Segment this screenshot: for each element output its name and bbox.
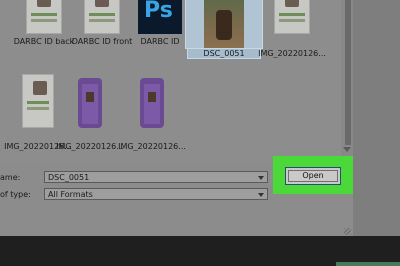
file-type-value: All Formats [48,190,93,199]
purple-id-card-image [140,78,164,128]
scrollbar-thumb[interactable] [345,0,351,145]
id-card-image [26,0,62,34]
chevron-down-icon[interactable] [258,193,264,197]
file-type-label: of type: [0,190,31,199]
chevron-down-icon[interactable] [258,176,264,180]
file-name-value: DSC_0051 [48,173,90,182]
file-thumbnail [114,78,190,128]
file-thumbnail [185,0,263,49]
file-browser-pane: DARBC ID back DARBC ID front Ps DARBC ID… [0,0,341,162]
scroll-down-arrow-icon[interactable] [343,147,351,152]
file-label: IMG_20220126... [258,49,326,58]
open-file-dialog: DARBC ID back DARBC ID front Ps DARBC ID… [0,0,353,236]
resize-grip-icon[interactable] [344,228,351,235]
id-card-image [84,0,120,34]
file-thumbnail [254,0,330,34]
taskbar-accent [336,262,400,266]
file-type-select[interactable]: All Formats [44,188,268,200]
photoshop-icon: Ps [138,0,182,34]
open-button[interactable]: Open [285,167,341,185]
id-card-image [22,74,54,128]
file-label: IMG_20220126... [118,142,186,151]
id-card-image [274,0,310,34]
file-name-input[interactable]: DSC_0051 [44,171,268,183]
purple-id-card-image [78,78,102,128]
file-name-label: ame: [0,173,21,182]
horse-photo-image [204,0,244,48]
vertical-scrollbar[interactable] [341,0,353,162]
